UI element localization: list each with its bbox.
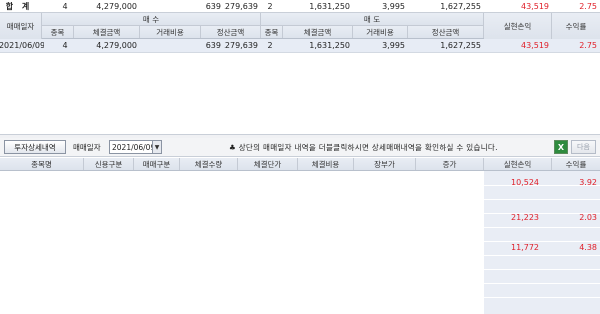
chevron-down-icon[interactable]: ▼ (152, 141, 161, 153)
summary-buy-count: 4 (62, 1, 68, 11)
top-grid-header-group-row: 매매일자 매 수 매 도 실현손익 수익률 (0, 13, 600, 39)
col-header-buy-fee[interactable]: 거래비용 (140, 26, 201, 38)
row-buy-count: 4 (62, 41, 68, 50)
excel-icon[interactable]: X (554, 140, 568, 154)
row-profit (484, 189, 542, 203)
col-header-buy-amount[interactable]: 체결금액 (74, 26, 140, 38)
col-header-price[interactable]: 체결단가 (238, 158, 298, 170)
table-row[interactable] (0, 189, 600, 203)
summary-rate: 2.75 (579, 1, 597, 11)
toolbar: 투자상세내역 매매일자 2021/06/09 ▼ ♣ 상단의 매매일자 내역을 … (0, 138, 600, 157)
table-row[interactable]: 21,223 2.03 (0, 210, 600, 224)
top-grid-empty-area[interactable] (0, 53, 600, 135)
table-row[interactable]: 11,772 4.38 (0, 240, 600, 254)
summary-sell-settle: 1,627,255 (440, 1, 481, 11)
row-divider (484, 297, 600, 298)
row-rate (552, 189, 600, 203)
next-button[interactable]: 다음 (571, 140, 596, 154)
summary-profit: 43,519 (521, 1, 549, 11)
col-header-sell-amount[interactable]: 체결금액 (283, 26, 353, 38)
col-header-trade-type[interactable]: 매매구분 (134, 158, 180, 170)
row-divider (484, 283, 600, 284)
row-rate: 3.92 (579, 177, 597, 187)
row-divider (484, 255, 600, 256)
summary-buy-amount: 4,279,000 (96, 1, 137, 11)
col-header-diff[interactable]: 증가 (416, 158, 484, 170)
col-header-sell-count[interactable]: 종목 (261, 26, 283, 38)
row-rate: 4.38 (579, 242, 597, 252)
row-buy-fee: 639 (205, 41, 221, 50)
col-header-buy-settle[interactable]: 정산금액 (201, 26, 261, 38)
summary-label: 합 계 (5, 1, 33, 11)
col-header-buy-group: 매 수 (42, 13, 261, 25)
col-header-stock[interactable]: 종목명 (0, 158, 84, 170)
summary-buy-settle: 4,279,639 (224, 1, 258, 11)
row-profit (484, 224, 542, 238)
col-header-credit[interactable]: 신용구분 (84, 158, 134, 170)
row-rate: 2.03 (579, 212, 597, 222)
summary-sell-fee: 3,995 (382, 1, 405, 11)
row-profit: 11,772 (511, 242, 539, 252)
bottom-grid-header-row: 종목명 신용구분 매매구분 체결수량 체결단가 체결비용 장부가 증가 실현손익… (0, 158, 600, 171)
col-header-profit[interactable]: 실현손익 (484, 13, 552, 39)
notice-text: ♣ 상단의 매매일자 내역을 더블클릭하시면 상세매매내역을 확인하실 수 있습… (229, 142, 498, 152)
row-sell-fee: 3,995 (382, 41, 405, 50)
row-date: 2021/06/09 (0, 41, 44, 50)
col-header-sell-settle[interactable]: 정산금액 (408, 26, 484, 38)
col-header-date[interactable]: 매매일자 (0, 13, 42, 39)
bottom-grid-body[interactable]: 10,524 3.92 21,223 2.03 11,772 4.38 (0, 171, 600, 314)
col-header-qty[interactable]: 체결수량 (180, 158, 238, 170)
row-buy-settle: 4,279,639 (224, 41, 258, 50)
date-select[interactable]: 2021/06/09 ▼ (109, 140, 162, 154)
col-header-book-price[interactable]: 장부가 (354, 158, 416, 170)
row-sell-amount: 1,631,250 (309, 41, 350, 50)
table-row[interactable]: 10,524 3.92 (0, 175, 600, 189)
table-row[interactable]: 2021/06/09 4 4,279,000 639 4,279,639 2 1… (0, 39, 600, 53)
row-sell-count: 2 (267, 41, 273, 50)
summary-sell-amount: 1,631,250 (309, 1, 350, 11)
col-header-sell-group: 매 도 (261, 13, 484, 25)
col-header-fee[interactable]: 체결비용 (298, 158, 354, 170)
col-header-buy-count[interactable]: 종목 (42, 26, 74, 38)
summary-row: 합 계 4 4,279,000 639 4,279,639 2 1,631,25… (0, 0, 600, 13)
row-rate (552, 224, 600, 238)
table-row[interactable] (0, 224, 600, 238)
col-header-rate[interactable]: 수익률 (552, 13, 600, 39)
date-value: 2021/06/09 (112, 142, 156, 152)
investment-detail-button[interactable]: 투자상세내역 (4, 140, 66, 154)
row-profit: 43,519 (521, 41, 549, 50)
row-profit: 10,524 (511, 177, 539, 187)
col-header-sell-fee[interactable]: 거래비용 (353, 26, 408, 38)
row-buy-amount: 4,279,000 (96, 41, 137, 50)
row-divider (484, 269, 600, 270)
col-header-rate[interactable]: 수익률 (552, 158, 600, 170)
row-sell-settle: 1,627,255 (440, 41, 481, 50)
col-header-profit[interactable]: 실현손익 (484, 158, 552, 170)
row-rate: 2.75 (579, 41, 597, 50)
row-profit: 21,223 (511, 212, 539, 222)
date-label: 매매일자 (73, 142, 101, 152)
summary-sell-count: 2 (267, 1, 273, 11)
summary-buy-fee: 639 (205, 1, 221, 11)
